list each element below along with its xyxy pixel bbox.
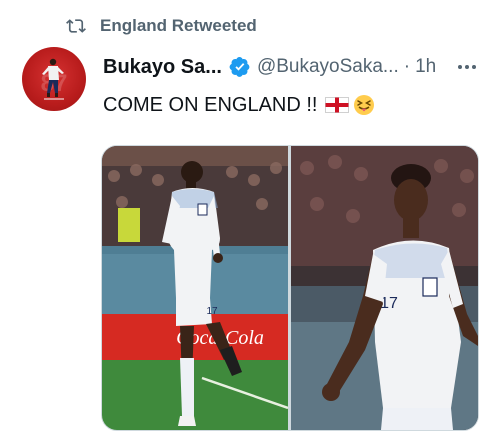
retweet-icon <box>66 19 86 33</box>
celebration-photo-1[interactable]: Coca-Cola 17 <box>102 146 288 430</box>
author-avatar[interactable]: 87 <box>22 47 86 111</box>
photo-image-1: Coca-Cola 17 <box>102 146 288 430</box>
shirt-number-1: 17 <box>206 306 218 317</box>
tweet-body: COME ON ENGLAND !! <box>103 90 375 120</box>
tongue-wink-emoji-icon <box>354 95 375 115</box>
author-handle[interactable]: @BukayoSaka... <box>257 56 399 78</box>
retweet-header: England Retweeted <box>66 14 257 38</box>
tweet-timestamp[interactable]: 1h <box>415 56 436 78</box>
avatar-image: 87 <box>41 58 67 100</box>
photo-image-2: 17 <box>291 146 478 430</box>
tweet-text: COME ON ENGLAND !! <box>103 93 318 116</box>
retweet-label[interactable]: England Retweeted <box>100 16 257 36</box>
author-row: Bukayo Sa... @BukayoSaka... · 1h <box>103 54 436 80</box>
tweet-card[interactable]: England Retweeted 87 Bukayo Sa... @Bukay… <box>0 0 500 440</box>
author-display-name[interactable]: Bukayo Sa... <box>103 56 222 79</box>
verified-badge-icon <box>229 57 250 77</box>
celebration-photo-2[interactable]: 17 <box>291 146 478 430</box>
separator-dot: · <box>403 56 411 77</box>
tweet-media-grid[interactable]: Coca-Cola 17 <box>101 145 479 431</box>
england-flag-icon <box>325 97 350 113</box>
more-options-icon[interactable] <box>454 57 480 77</box>
